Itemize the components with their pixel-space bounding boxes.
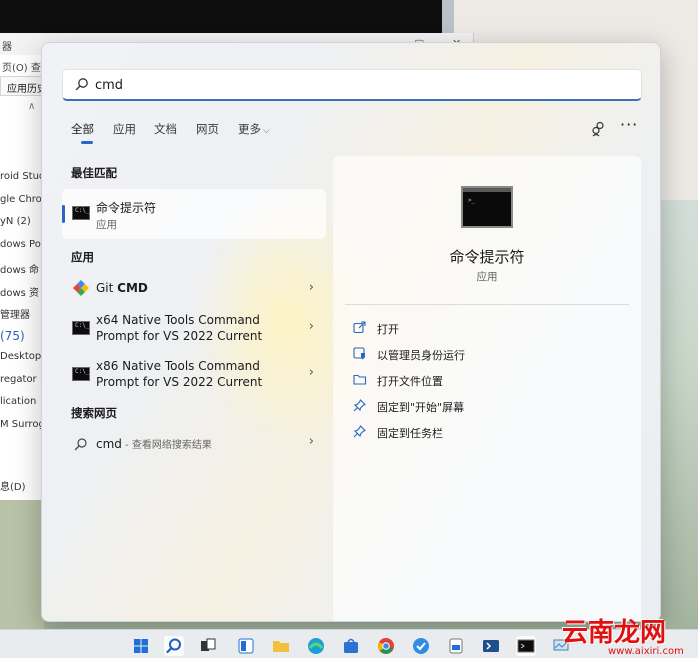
start-windows-icon[interactable] (131, 636, 151, 656)
app-label-line2: Prompt for VS 2022 Current (96, 375, 263, 389)
apps-heading: 应用 (71, 250, 94, 264)
command-prompt-icon: C:\_ (72, 206, 90, 220)
search-icon (75, 78, 88, 91)
widgets-icon[interactable] (236, 636, 256, 656)
icon-titlebar (463, 188, 511, 192)
powershell-icon[interactable] (481, 636, 501, 656)
tab-more[interactable]: 更多 ⌵ (238, 121, 270, 137)
command-prompt-large-icon: >_ (461, 186, 513, 228)
background-footer[interactable]: 息(D) (0, 478, 26, 493)
app-label-match: CMD (117, 281, 148, 295)
taskbar-search-icon[interactable] (164, 636, 184, 656)
app-label: Git CMD (96, 280, 148, 296)
open-external-icon (353, 321, 366, 334)
file-explorer-icon[interactable] (271, 636, 291, 656)
web-query: cmd (96, 437, 122, 451)
edge-browser-icon[interactable] (306, 636, 326, 656)
chevron-right-icon[interactable]: › (309, 280, 314, 295)
best-match-title: 命令提示符 (96, 201, 157, 215)
more-options-icon[interactable]: ··· (620, 115, 640, 135)
tab-documents[interactable]: 文档 (154, 121, 177, 137)
pin-icon (353, 425, 366, 438)
task-view-icon[interactable] (198, 636, 218, 656)
background-dark-window (0, 0, 442, 36)
web-search-result[interactable]: cmd - 查看网络搜索结果 › (62, 431, 326, 457)
action-label: 打开 (377, 323, 399, 336)
wps-office-icon[interactable] (446, 636, 466, 656)
action-label: 打开文件位置 (377, 375, 443, 388)
store-icon[interactable] (341, 636, 361, 656)
web-query-text: cmd - 查看网络搜索结果 (96, 436, 212, 451)
tab-all[interactable]: 全部 (71, 121, 94, 137)
watermark-url: www.aixiri.com (608, 646, 684, 657)
chevron-right-icon[interactable]: › (309, 434, 314, 449)
detail-divider (345, 304, 629, 305)
search-input[interactable] (95, 75, 615, 95)
chevron-right-icon[interactable]: › (309, 365, 314, 380)
app-result-x86-native-tools[interactable]: C:\_ x86 Native Tools Command Prompt for… (62, 357, 326, 399)
chevron-right-icon[interactable]: › (309, 319, 314, 334)
pin-icon (353, 399, 366, 412)
chevron-down-icon: ⌵ (263, 126, 270, 136)
command-prompt-icon: C:\_ (72, 367, 90, 381)
action-label: 以管理员身份运行 (377, 349, 465, 362)
app-label-line1: x64 Native Tools Command (96, 313, 260, 327)
app-label-line2: Prompt for VS 2022 Current (96, 329, 263, 343)
run-as-admin-icon (353, 347, 365, 360)
tab-all-indicator (81, 141, 93, 144)
account-switch-icon[interactable] (589, 119, 609, 139)
icon-prompt: >_ (468, 197, 476, 204)
action-pin-to-taskbar[interactable]: 固定到任务栏 (353, 422, 623, 442)
detail-subtitle: 应用 (476, 271, 498, 283)
app-label-line1: x86 Native Tools Command (96, 359, 260, 373)
search-box[interactable] (62, 69, 642, 101)
tab-more-label: 更多 (238, 122, 261, 136)
web-hint: - 查看网络搜索结果 (121, 440, 212, 451)
action-pin-to-start[interactable]: 固定到"开始"屏幕 (353, 396, 623, 416)
best-match-subtitle: 应用 (96, 219, 117, 231)
action-label: 固定到"开始"屏幕 (377, 401, 465, 414)
action-run-as-admin[interactable]: 以管理员身份运行 (353, 344, 623, 364)
command-prompt-taskbar-icon[interactable] (516, 636, 536, 656)
background-strip (442, 0, 454, 36)
command-prompt-icon: C:\_ (72, 321, 90, 335)
best-match-result[interactable]: C:\_ 命令提示符 应用 (62, 189, 326, 239)
best-match-heading: 最佳匹配 (71, 166, 117, 180)
detail-title: 命令提示符 (449, 248, 525, 266)
app-result-x64-native-tools[interactable]: C:\_ x64 Native Tools Command Prompt for… (62, 311, 326, 353)
search-panel: 全部 应用 文档 网页 更多⌵ ··· 最佳匹配 C:\_ 命令提示符 应用 应… (41, 42, 661, 622)
watermark-brand: 云南龙网 (562, 618, 667, 648)
detail-pane: >_ 命令提示符 应用 打开 以管理员身份运行 打开文件位置 固定到"开始"屏幕… (333, 156, 641, 621)
tab-apps[interactable]: 应用 (113, 121, 136, 137)
todo-check-icon[interactable] (411, 636, 431, 656)
background-title: 器 (2, 42, 12, 53)
chevron-up-icon[interactable]: ∧ (28, 101, 35, 112)
chrome-icon[interactable] (376, 636, 396, 656)
tab-web[interactable]: 网页 (196, 121, 219, 137)
app-label-prefix: Git (96, 281, 118, 295)
search-icon (74, 438, 87, 451)
desktop-wallpaper (0, 500, 44, 630)
action-label: 固定到任务栏 (377, 427, 443, 440)
folder-icon (353, 374, 367, 385)
selection-indicator (62, 205, 65, 223)
git-cmd-icon (73, 280, 89, 296)
app-result-git-cmd[interactable]: Git CMD › (62, 272, 326, 314)
web-search-heading: 搜索网页 (71, 406, 117, 420)
action-open[interactable]: 打开 (353, 318, 623, 338)
action-open-file-location[interactable]: 打开文件位置 (353, 370, 623, 390)
